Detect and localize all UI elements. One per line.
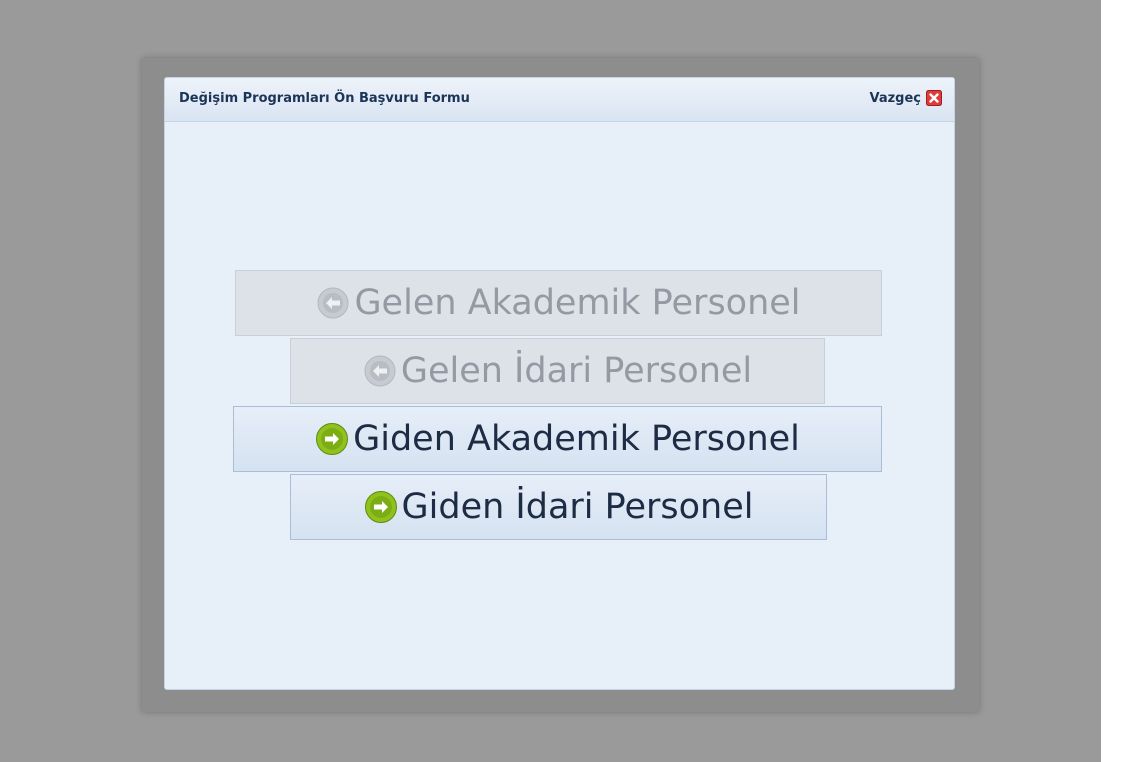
close-icon (926, 90, 942, 106)
choice-label: Gelen Akademik Personel (354, 283, 801, 323)
arrow-right-circle-icon (316, 423, 349, 455)
arrow-right-circle-icon (364, 491, 397, 523)
outgoing-administrative-staff-button[interactable]: Giden İdari Personel (290, 474, 827, 540)
arrow-left-circle-icon (364, 355, 396, 387)
outgoing-academic-staff-button[interactable]: Giden Akademik Personel (233, 406, 882, 472)
incoming-academic-staff-button[interactable]: Gelen Akademik Personel (235, 270, 882, 336)
choice-label: Giden Akademik Personel (353, 419, 800, 459)
dialog-titlebar: Değişim Programları Ön Başvuru Formu Vaz… (165, 78, 954, 122)
dialog-title: Değişim Programları Ön Başvuru Formu (179, 91, 470, 106)
incoming-administrative-staff-button[interactable]: Gelen İdari Personel (290, 338, 825, 404)
arrow-left-circle-icon (317, 287, 349, 319)
choice-label: Gelen İdari Personel (400, 351, 753, 391)
choice-label: Giden İdari Personel (401, 487, 754, 527)
cancel-label: Vazgeç (869, 90, 921, 106)
cancel-button[interactable]: Vazgeç (869, 90, 942, 106)
